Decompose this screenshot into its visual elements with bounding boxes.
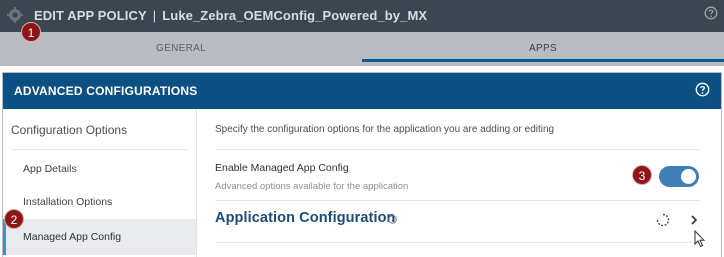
sidebar-item-label: App Details (23, 163, 77, 175)
modal-title: ADVANCED CONFIGURATIONS (14, 84, 198, 98)
tab-general[interactable]: GENERAL (0, 32, 362, 66)
active-tab-indicator (362, 59, 724, 62)
top-bar: EDIT APP POLICY | Luke_Zebra_OEMConfig_Pow… (0, 0, 724, 32)
info-icon[interactable] (388, 215, 397, 224)
sidebar-item-installation-options[interactable]: Installation Options (3, 186, 196, 218)
content-divider (215, 149, 700, 150)
managed-config-toggle[interactable] (659, 166, 699, 187)
tab-apps[interactable]: APPS (362, 32, 724, 66)
managed-config-toggle-label: Enable Managed App Config (215, 162, 349, 174)
page-title-text: EDIT APP POLICY (34, 8, 147, 23)
sidebar-item-label: Managed App Config (23, 231, 122, 243)
sidebar-item-app-details[interactable]: App Details (3, 153, 196, 185)
help-circle-icon[interactable] (695, 82, 710, 97)
application-configuration-title[interactable]: Application Configuration (215, 210, 396, 226)
android-gear-icon (7, 7, 23, 23)
help-circle-icon[interactable] (704, 6, 718, 20)
chevron-right-icon[interactable] (689, 213, 699, 227)
sidebar-item-label: Installation Options (23, 196, 113, 208)
page-title: EDIT APP POLICY | Luke_Zebra_OEMConfig_Pow… (34, 8, 427, 23)
managed-config-toggle-help: Advanced options available for the appli… (215, 181, 409, 192)
annotation-badge-1: 1 (21, 22, 41, 42)
toggle-knob (681, 169, 696, 184)
content-divider (215, 200, 700, 201)
annotation-badge-2: 2 (4, 209, 24, 229)
title-separator: | (152, 8, 157, 23)
sidebar-item-managed-app-config[interactable]: Managed App Config (3, 219, 196, 255)
content-divider (215, 242, 700, 243)
configuration-sidebar: Configuration Options App Details Instal… (3, 109, 197, 257)
content-description: Specify the configuration options for th… (215, 124, 555, 135)
policy-name: Luke_Zebra_OEMConfig_Powered_by_MX (162, 8, 428, 23)
tab-apps-label: APPS (529, 43, 557, 54)
spinner-icon (656, 213, 670, 227)
tab-general-label: GENERAL (156, 43, 206, 54)
mouse-cursor-icon (694, 230, 706, 248)
modal-header: ADVANCED CONFIGURATIONS (3, 73, 721, 109)
sidebar-heading: Configuration Options (11, 123, 128, 137)
tab-bar: GENERAL APPS (0, 32, 724, 66)
sidebar-divider (11, 149, 188, 150)
advanced-configurations-modal: ADVANCED CONFIGURATIONS Configuration Op… (2, 72, 722, 257)
annotation-badge-3: 3 (632, 165, 652, 185)
